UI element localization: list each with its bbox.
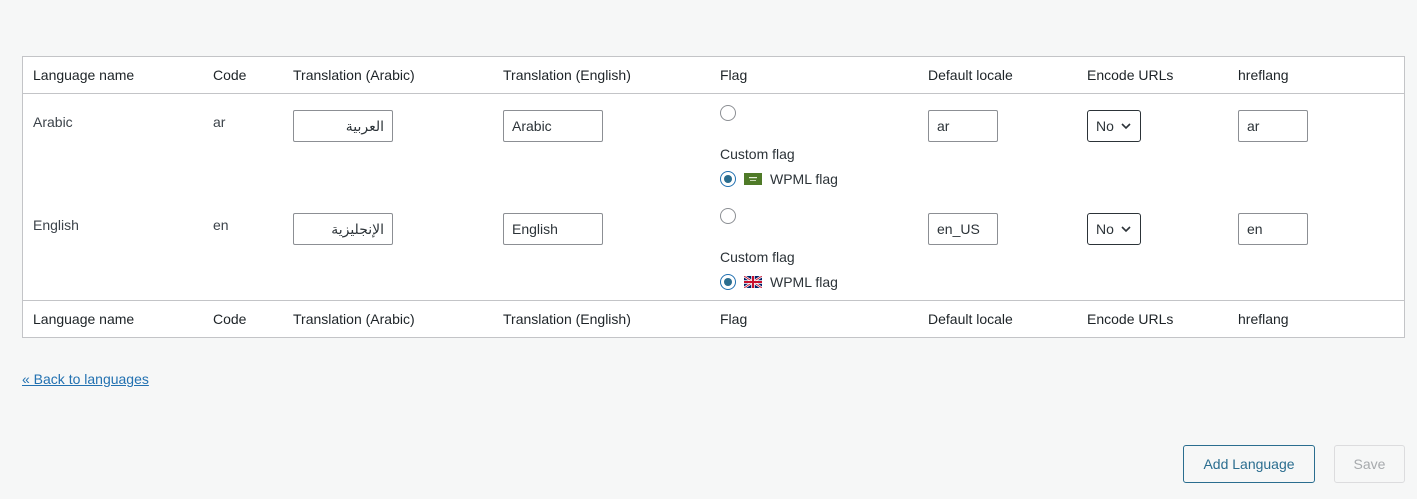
encode-urls-select[interactable]: No bbox=[1087, 213, 1141, 245]
wpml-flag-radio[interactable] bbox=[720, 274, 736, 290]
translation-english-input[interactable] bbox=[503, 110, 603, 142]
add-language-button[interactable]: Add Language bbox=[1183, 445, 1315, 483]
table-footer-row: Language name Code Translation (Arabic) … bbox=[23, 300, 1404, 337]
language-code: en bbox=[213, 217, 229, 233]
column-header-code: Code bbox=[203, 57, 283, 94]
column-header-translation-arabic: Translation (Arabic) bbox=[283, 57, 493, 94]
languages-table-container: Language name Code Translation (Arabic) … bbox=[22, 56, 1405, 338]
flag-cell: Custom flag WPML flag bbox=[710, 197, 918, 301]
wpml-flag-label: WPML flag bbox=[770, 171, 838, 187]
translation-english-input[interactable] bbox=[503, 213, 603, 245]
back-to-languages-link[interactable]: « Back to languages bbox=[22, 371, 149, 387]
custom-flag-label: Custom flag bbox=[720, 146, 795, 162]
default-locale-input[interactable] bbox=[928, 213, 998, 245]
encode-urls-select[interactable]: No bbox=[1087, 110, 1141, 142]
column-header-hreflang: hreflang bbox=[1228, 57, 1404, 94]
uk-flag-icon bbox=[744, 276, 762, 288]
encode-urls-value: No bbox=[1096, 118, 1114, 134]
column-footer-translation-english: Translation (English) bbox=[493, 300, 710, 337]
wpml-flag-label: WPML flag bbox=[770, 274, 838, 290]
wpml-flag-radio[interactable] bbox=[720, 171, 736, 187]
table-header-row: Language name Code Translation (Arabic) … bbox=[23, 57, 1404, 94]
column-header-encode-urls: Encode URLs bbox=[1077, 57, 1228, 94]
chevron-down-icon bbox=[1121, 123, 1131, 130]
save-button[interactable]: Save bbox=[1334, 445, 1405, 483]
custom-flag-label: Custom flag bbox=[720, 249, 795, 265]
default-locale-input[interactable] bbox=[928, 110, 998, 142]
custom-flag-radio[interactable] bbox=[720, 105, 736, 121]
chevron-down-icon bbox=[1121, 226, 1131, 233]
saudi-arabia-flag-icon bbox=[744, 173, 762, 185]
column-footer-encode-urls: Encode URLs bbox=[1077, 300, 1228, 337]
hreflang-input[interactable] bbox=[1238, 213, 1308, 245]
hreflang-input[interactable] bbox=[1238, 110, 1308, 142]
column-footer-translation-arabic: Translation (Arabic) bbox=[283, 300, 493, 337]
table-row: English en Custom flag bbox=[23, 197, 1404, 301]
column-header-translation-english: Translation (English) bbox=[493, 57, 710, 94]
column-footer-default-locale: Default locale bbox=[918, 300, 1077, 337]
wpml-flag-option: WPML flag bbox=[720, 171, 838, 187]
column-footer-hreflang: hreflang bbox=[1228, 300, 1404, 337]
column-header-flag: Flag bbox=[710, 57, 918, 94]
column-footer-language-name: Language name bbox=[23, 300, 203, 337]
column-header-language-name: Language name bbox=[23, 57, 203, 94]
language-code: ar bbox=[213, 114, 226, 130]
column-header-default-locale: Default locale bbox=[918, 57, 1077, 94]
translation-arabic-input[interactable] bbox=[293, 213, 393, 245]
flag-cell: Custom flag WPML flag bbox=[710, 94, 918, 198]
column-footer-flag: Flag bbox=[710, 300, 918, 337]
encode-urls-value: No bbox=[1096, 221, 1114, 237]
custom-flag-radio[interactable] bbox=[720, 208, 736, 224]
language-name: Arabic bbox=[33, 114, 73, 130]
wpml-flag-option: WPML flag bbox=[720, 274, 838, 290]
languages-table: Language name Code Translation (Arabic) … bbox=[23, 57, 1404, 337]
column-footer-code: Code bbox=[203, 300, 283, 337]
language-name: English bbox=[33, 217, 79, 233]
translation-arabic-input[interactable] bbox=[293, 110, 393, 142]
table-row: Arabic ar Custom flag WPML flag bbox=[23, 94, 1404, 198]
